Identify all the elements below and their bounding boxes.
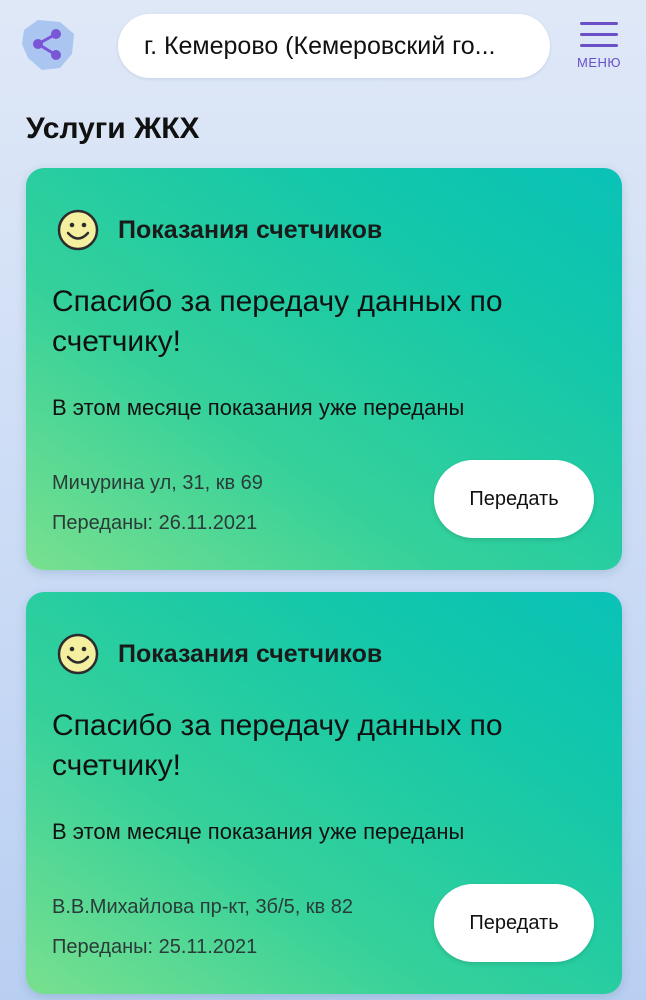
region-button[interactable] xyxy=(14,14,82,76)
card-address: Мичурина ул, 31, кв 69 xyxy=(52,472,263,494)
card-title: Показания счетчиков xyxy=(118,639,383,668)
card-status: В этом месяце показания уже переданы xyxy=(52,395,465,420)
meter-card: Показания счетчиков Спасибо за передачу … xyxy=(26,592,622,994)
menu-button[interactable]: МЕНЮ xyxy=(564,18,634,80)
card-header: Показания счетчиков xyxy=(54,206,382,254)
card-address: В.В.Михайлова пр-кт, 3б/5, кв 82 xyxy=(52,896,353,918)
card-status: В этом месяце показания уже переданы xyxy=(52,819,465,844)
submit-readings-button[interactable]: Передать xyxy=(434,460,594,538)
smiley-icon xyxy=(57,633,99,675)
section-title: Услуги ЖКХ xyxy=(26,112,200,145)
card-submitted-date: Переданы: 25.11.2021 xyxy=(52,936,258,958)
region-share-icon xyxy=(22,20,74,70)
location-selector[interactable]: г. Кемерово (Кемеровский го... xyxy=(118,14,550,78)
location-text: г. Кемерово (Кемеровский го... xyxy=(144,31,496,60)
submit-readings-button[interactable]: Передать xyxy=(434,884,594,962)
card-headline: Спасибо за передачу данных по счетчику! xyxy=(52,709,503,782)
menu-label: МЕНЮ xyxy=(576,55,622,70)
card-headline: Спасибо за передачу данных по счетчику! xyxy=(52,285,503,358)
meter-card: Показания счетчиков Спасибо за передачу … xyxy=(26,168,622,570)
card-header: Показания счетчиков xyxy=(54,630,382,678)
card-title: Показания счетчиков xyxy=(118,215,383,244)
hamburger-icon xyxy=(580,22,618,47)
top-bar: г. Кемерово (Кемеровский го... МЕНЮ xyxy=(0,0,646,100)
smiley-icon xyxy=(57,209,99,251)
card-submitted-date: Переданы: 26.11.2021 xyxy=(52,512,258,534)
